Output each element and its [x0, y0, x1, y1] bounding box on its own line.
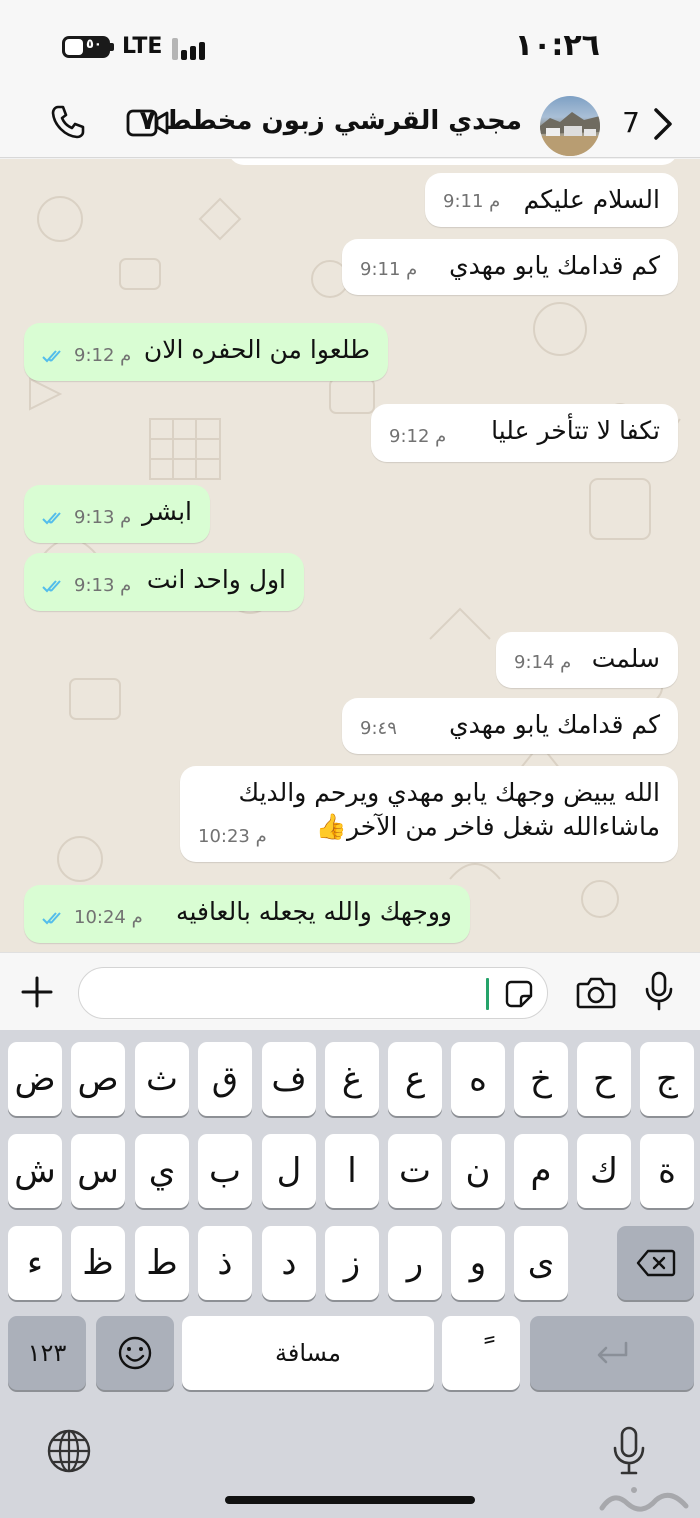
- key[interactable]: ت: [388, 1134, 442, 1208]
- message-bubble-incoming[interactable]: كم قدامك يابو مهدي 9:٤٩: [342, 698, 678, 754]
- message-input-bar: [0, 952, 700, 1030]
- read-ticks-icon: [42, 350, 61, 363]
- message-time: 10:24 م: [74, 907, 143, 928]
- message-time: 9:11 م: [443, 191, 501, 212]
- key[interactable]: و: [451, 1226, 505, 1300]
- chat-header: مجدي القرشي زبون مخطط ٧ 7: [0, 94, 700, 158]
- message-time: 9:11 م: [360, 259, 418, 280]
- key[interactable]: م: [514, 1134, 568, 1208]
- key[interactable]: ظ: [71, 1226, 125, 1300]
- battery-level: ٥٠: [86, 37, 102, 52]
- key[interactable]: ث: [135, 1042, 189, 1116]
- message-time: 9:13 م: [74, 575, 132, 596]
- home-indicator: [225, 1496, 475, 1504]
- message-bubble-outgoing[interactable]: اول واحد انت 9:13 م: [24, 553, 304, 611]
- emoji-icon: [118, 1336, 152, 1370]
- key[interactable]: ط: [135, 1226, 189, 1300]
- signal-icon: [172, 38, 212, 60]
- status-time: ١٠:٢٦: [514, 28, 600, 63]
- key[interactable]: د: [262, 1226, 316, 1300]
- key[interactable]: ي: [135, 1134, 189, 1208]
- key[interactable]: ة: [640, 1134, 694, 1208]
- key[interactable]: ء: [8, 1226, 62, 1300]
- dictation-mic-icon[interactable]: [612, 1426, 646, 1476]
- keyboard: ض ص ث ق ف غ ع ه خ ح ج ش س ي ب ل ا ت ن م …: [0, 1030, 700, 1518]
- key[interactable]: ك: [577, 1134, 631, 1208]
- key[interactable]: ز: [325, 1226, 379, 1300]
- key[interactable]: ذ: [198, 1226, 252, 1300]
- message-bubble-outgoing[interactable]: ابشر 9:13 م: [24, 485, 210, 543]
- backspace-key[interactable]: [617, 1226, 694, 1300]
- read-ticks-icon: [42, 512, 61, 525]
- phone-call-icon[interactable]: [50, 104, 86, 140]
- message-text-line: ماشاءالله شغل فاخر من الآخر👍: [315, 812, 660, 841]
- backspace-icon: [636, 1249, 675, 1277]
- key[interactable]: ص: [71, 1042, 125, 1116]
- plus-icon[interactable]: [20, 975, 54, 1009]
- message-bubble-incoming[interactable]: الله يبيض وجهك يابو مهدي ويرحم والديك ما…: [180, 766, 678, 862]
- message-time: 9:14 م: [514, 652, 572, 673]
- numbers-key[interactable]: ١٢٣: [8, 1316, 86, 1390]
- camera-icon[interactable]: [576, 975, 616, 1009]
- message-bubble-incoming[interactable]: سلمت 9:14 م: [496, 632, 678, 688]
- message-time: 10:23 م: [198, 826, 267, 847]
- microphone-icon[interactable]: [644, 971, 674, 1011]
- key[interactable]: ع: [388, 1042, 442, 1116]
- key[interactable]: غ: [325, 1042, 379, 1116]
- key[interactable]: س: [71, 1134, 125, 1208]
- key[interactable]: ه: [451, 1042, 505, 1116]
- message-bubble-incoming[interactable]: تكفا لا تتأخر عليا 9:12 م: [371, 404, 678, 462]
- key[interactable]: ب: [198, 1134, 252, 1208]
- key[interactable]: ى: [514, 1226, 568, 1300]
- back-chevron-icon[interactable]: [646, 104, 682, 144]
- message-text-line: الله يبيض وجهك يابو مهدي ويرحم والديك: [238, 778, 660, 807]
- message-time: 9:12 م: [74, 345, 132, 366]
- unread-count[interactable]: 7: [622, 106, 640, 139]
- previous-message-edge: [228, 159, 678, 165]
- battery-icon: ٥٠: [62, 36, 110, 58]
- return-icon: [597, 1341, 628, 1364]
- status-bar: ٥٠ LTE ١٠:٢٦: [0, 0, 700, 94]
- key[interactable]: ف: [262, 1042, 316, 1116]
- emoji-key[interactable]: [96, 1316, 174, 1390]
- key[interactable]: ق: [198, 1042, 252, 1116]
- network-type: LTE: [122, 34, 163, 59]
- contact-name[interactable]: مجدي القرشي زبون مخطط ٧: [140, 106, 522, 136]
- message-time: 9:13 م: [74, 507, 132, 528]
- key[interactable]: خ: [514, 1042, 568, 1116]
- message-bubble-outgoing[interactable]: ووجهك والله يجعله بالعافيه 10:24 م: [24, 885, 470, 943]
- contact-avatar[interactable]: [540, 96, 600, 156]
- key[interactable]: ا: [325, 1134, 379, 1208]
- message-meta: 10:24 م: [42, 901, 143, 935]
- key[interactable]: ش: [8, 1134, 62, 1208]
- key[interactable]: ح: [577, 1042, 631, 1116]
- key[interactable]: ج: [640, 1042, 694, 1116]
- return-key[interactable]: [530, 1316, 694, 1390]
- message-bubble-incoming[interactable]: كم قدامك يابو مهدي 9:11 م: [342, 239, 678, 295]
- message-meta: 9:12 م: [42, 339, 131, 373]
- message-meta: 9:13 م: [42, 569, 131, 603]
- key[interactable]: ر: [388, 1226, 442, 1300]
- chat-area[interactable]: السلام عليكم 9:11 م كم قدامك يابو مهدي 9…: [0, 159, 700, 952]
- key[interactable]: ل: [262, 1134, 316, 1208]
- message-time: 9:٤٩: [360, 718, 397, 739]
- message-input[interactable]: [78, 967, 548, 1019]
- read-ticks-icon: [42, 580, 61, 593]
- globe-icon[interactable]: [46, 1428, 92, 1474]
- key[interactable]: ض: [8, 1042, 62, 1116]
- message-bubble-incoming[interactable]: السلام عليكم 9:11 م: [425, 173, 678, 227]
- text-cursor: [486, 978, 489, 1010]
- message-time: 9:12 م: [389, 426, 447, 447]
- message-text: كم قدامك يابو مهدي: [449, 710, 660, 739]
- haraj-watermark-logo: [599, 1487, 689, 1512]
- space-key[interactable]: مسافة: [182, 1316, 434, 1390]
- message-bubble-outgoing[interactable]: طلعوا من الحفره الان 9:12 م: [24, 323, 388, 381]
- diacritic-key[interactable]: ً: [442, 1316, 520, 1390]
- key[interactable]: ن: [451, 1134, 505, 1208]
- message-meta: 9:13 م: [42, 501, 131, 535]
- read-ticks-icon: [42, 912, 61, 925]
- sticker-icon[interactable]: [505, 980, 533, 1008]
